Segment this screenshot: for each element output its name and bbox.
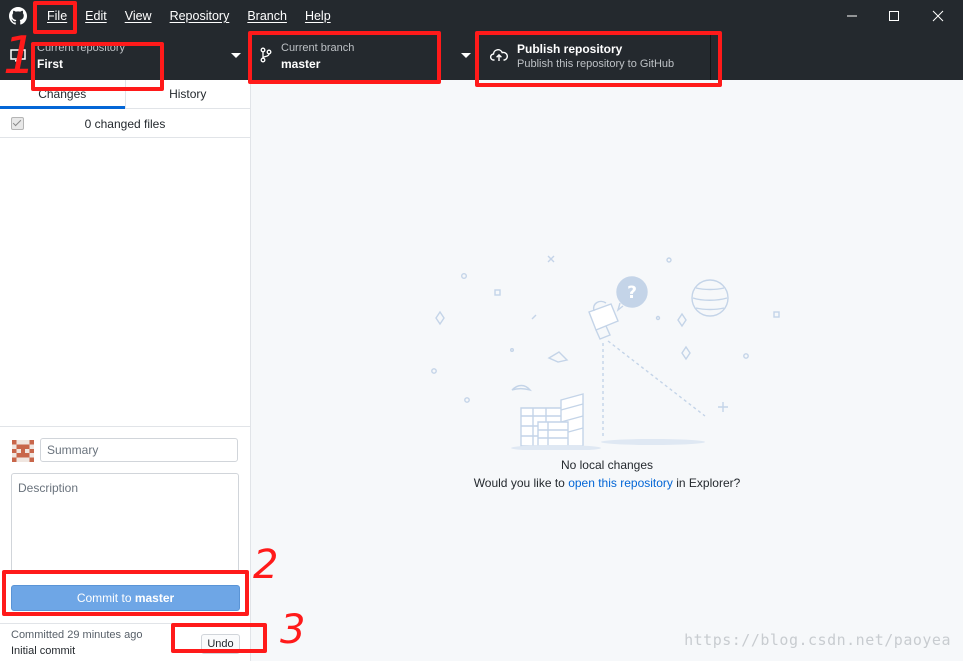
annotation-box-undo xyxy=(171,623,267,653)
close-icon xyxy=(932,10,944,22)
minimize-icon xyxy=(847,15,857,17)
minimize-button[interactable] xyxy=(829,0,875,32)
annotation-box-repository xyxy=(31,42,164,91)
watermark: https://blog.csdn.net/paoyea xyxy=(684,631,951,649)
menu-repository[interactable]: Repository xyxy=(161,0,239,32)
summary-input[interactable] xyxy=(40,438,238,462)
menu-bar: File Edit View Repository Branch Help xyxy=(38,0,340,32)
annotation-number-3: 3 xyxy=(280,607,306,653)
svg-text:?: ? xyxy=(627,283,637,303)
avatar xyxy=(12,440,34,462)
last-commit-message: Initial commit xyxy=(11,645,76,657)
annotation-number-2: 2 xyxy=(253,542,279,588)
no-changes-title: No local changes xyxy=(560,458,654,472)
main-pane: ? No local changes Would you like to ope… xyxy=(251,80,963,661)
menu-edit[interactable]: Edit xyxy=(76,0,116,32)
caret-down-icon xyxy=(461,53,471,58)
caret-down-icon xyxy=(231,53,241,58)
no-changes-prefix: Would you like to xyxy=(473,476,569,490)
maximize-icon xyxy=(889,11,899,21)
title-bar: File Edit View Repository Branch Help xyxy=(0,0,963,32)
open-in-explorer-link[interactable]: open this repository xyxy=(568,476,673,490)
annotation-box-publish xyxy=(475,31,722,87)
changed-files-count: 0 changed files xyxy=(84,117,166,131)
menu-branch[interactable]: Branch xyxy=(238,0,296,32)
last-commit-time: Committed 29 minutes ago xyxy=(11,629,143,641)
github-logo-icon xyxy=(9,7,27,25)
annotation-number-1: 1 xyxy=(3,26,37,86)
menu-help[interactable]: Help xyxy=(296,0,340,32)
no-changes-illustration: ? xyxy=(431,255,780,450)
changes-header: 0 changed files xyxy=(0,109,250,138)
no-changes-subtitle: Would you like to open this repository i… xyxy=(251,476,963,490)
menu-view[interactable]: View xyxy=(116,0,161,32)
close-window-button[interactable] xyxy=(915,0,961,32)
annotation-box-commit xyxy=(2,570,249,616)
no-changes-suffix: in Explorer? xyxy=(672,476,741,490)
annotation-box-branch xyxy=(248,31,441,84)
annotation-box-file-menu xyxy=(33,1,77,34)
maximize-button[interactable] xyxy=(871,0,917,32)
description-input[interactable] xyxy=(11,473,239,573)
